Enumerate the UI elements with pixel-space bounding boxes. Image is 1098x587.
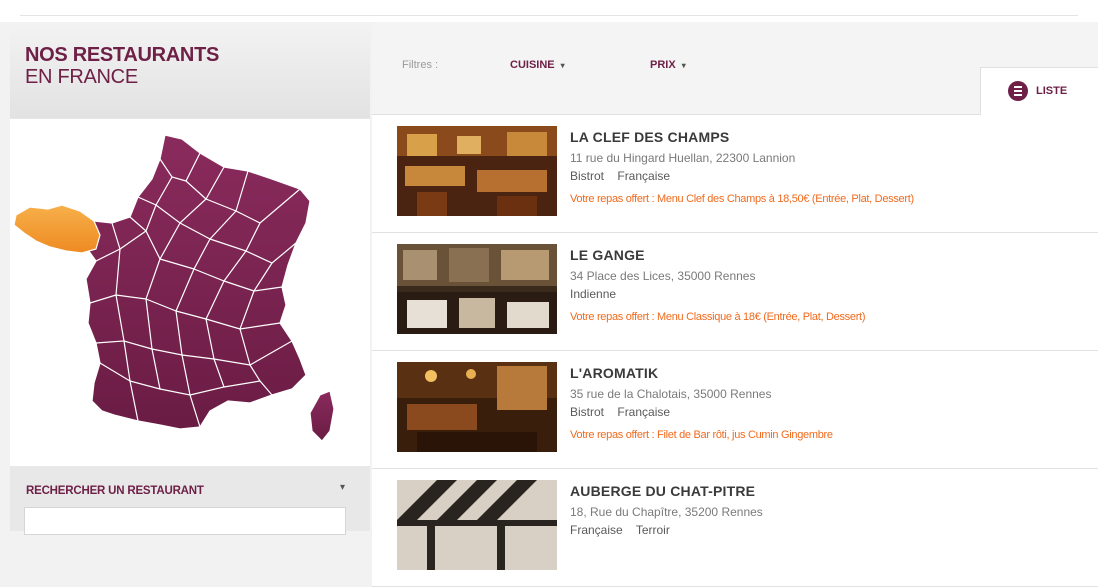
page-title-line1: NOS RESTAURANTS <box>25 44 220 66</box>
restaurant-tag: Française <box>617 169 671 183</box>
map-region-corse[interactable] <box>309 390 335 442</box>
search-title: RECHERCHER UN RESTAURANT <box>26 485 204 497</box>
restaurant-address: 18, Rue du Chapître, 35200 Rennes <box>570 505 763 519</box>
restaurant-address: 34 Place des Lices, 35000 Rennes <box>570 269 756 283</box>
restaurant-list: LA CLEF DES CHAMPS 11 rue du Hingard Hue… <box>372 115 1098 587</box>
sidebar-header: NOS RESTAURANTS EN FRANCE <box>10 22 370 118</box>
restaurant-tags: Bistrot Française <box>570 169 680 183</box>
restaurant-name[interactable]: LE GANGE <box>570 247 645 263</box>
filter-cuisine-label: CUISINE <box>510 59 555 71</box>
filter-bar: Filtres : CUISINE ▾ PRIX ▾ LISTE <box>372 22 1098 116</box>
france-map-svg[interactable] <box>10 119 370 466</box>
search-panel[interactable]: RECHERCHER UN RESTAURANT ▾ <box>10 466 370 535</box>
tab-liste-label: LISTE <box>1036 85 1068 97</box>
restaurant-name[interactable]: L'AROMATIK <box>570 365 658 381</box>
filter-prix-label: PRIX <box>650 59 676 71</box>
map-mainland[interactable] <box>81 134 311 430</box>
main-content: Filtres : CUISINE ▾ PRIX ▾ LISTE LA CLEF… <box>372 22 1098 587</box>
restaurant-row[interactable]: LA CLEF DES CHAMPS 11 rue du Hingard Hue… <box>372 115 1098 233</box>
restaurant-tag: Française <box>617 405 671 419</box>
restaurant-tag: Bistrot <box>570 405 605 419</box>
restaurant-photo[interactable] <box>397 244 557 334</box>
restaurant-photo[interactable] <box>397 126 557 216</box>
list-icon <box>1008 81 1028 101</box>
restaurant-photo[interactable] <box>397 362 557 452</box>
restaurant-row[interactable]: LE GANGE 34 Place des Lices, 35000 Renne… <box>372 233 1098 351</box>
restaurant-photo[interactable] <box>397 480 557 570</box>
map-region-bretagne[interactable] <box>13 204 101 254</box>
restaurant-offer: Votre repas offert : Menu Clef des Champ… <box>570 193 914 205</box>
france-map[interactable] <box>10 118 370 467</box>
restaurant-row[interactable]: AUBERGE DU CHAT-PITRE 18, Rue du Chapîtr… <box>372 469 1098 587</box>
filters-label: Filtres : <box>402 59 439 71</box>
chevron-down-icon: ▾ <box>560 61 565 70</box>
filter-prix-dropdown[interactable]: PRIX ▾ <box>650 59 686 71</box>
restaurant-tag: Française <box>570 523 623 537</box>
restaurant-tags: Française Terroir <box>570 523 680 537</box>
restaurant-address: 35 rue de la Chalotais, 35000 Rennes <box>570 387 772 401</box>
restaurant-tags: Bistrot Française <box>570 405 680 419</box>
restaurant-offer: Votre repas offert : Filet de Bar rôti, … <box>570 429 833 441</box>
tab-liste[interactable]: LISTE <box>980 67 1098 116</box>
page-title-line2: EN FRANCE <box>25 66 138 88</box>
restaurant-name[interactable]: AUBERGE DU CHAT-PITRE <box>570 483 755 499</box>
restaurant-offer: Votre repas offert : Menu Classique à 18… <box>570 311 866 323</box>
top-strip <box>0 0 1098 22</box>
restaurant-name[interactable]: LA CLEF DES CHAMPS <box>570 129 729 145</box>
restaurant-row[interactable]: L'AROMATIK 35 rue de la Chalotais, 35000… <box>372 351 1098 469</box>
sidebar: NOS RESTAURANTS EN FRANCE RECHERCHER UN … <box>10 22 370 535</box>
filter-cuisine-dropdown[interactable]: CUISINE ▾ <box>510 59 565 71</box>
restaurant-tag: Indienne <box>570 287 617 301</box>
restaurant-tags: Indienne <box>570 287 626 301</box>
restaurant-tag: Terroir <box>635 523 670 537</box>
restaurant-tag: Bistrot <box>570 169 605 183</box>
chevron-down-icon: ▾ <box>681 61 686 70</box>
restaurant-address: 11 rue du Hingard Huellan, 22300 Lannion <box>570 151 796 165</box>
chevron-down-icon[interactable]: ▾ <box>340 482 345 493</box>
